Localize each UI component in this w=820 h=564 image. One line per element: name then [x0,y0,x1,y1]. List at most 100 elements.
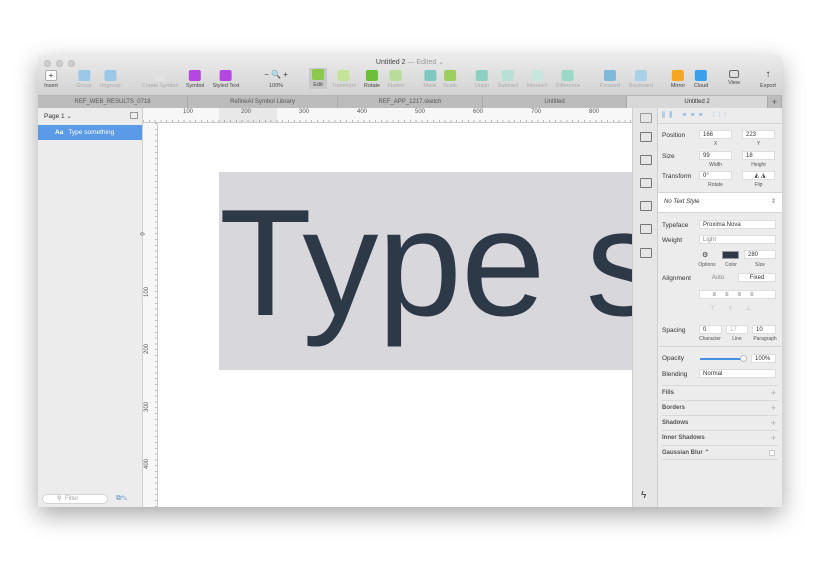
document-title: Untitled 2 [375,59,406,66]
toolbar-label: Intersect [526,83,548,89]
gaussian-blur-checkbox[interactable] [769,450,775,456]
toolbar-difference-button[interactable]: Difference [556,70,580,89]
toolbar-mirror-button[interactable]: Mirror [671,70,685,89]
toolbar-group-button[interactable]: Group [76,70,92,89]
toolbar-symbol-button[interactable]: Symbol [186,70,204,89]
toolbar-union-button[interactable]: Union [475,70,489,89]
toolbar-rotate-button[interactable]: Rotate [364,70,380,89]
line-spacing-input[interactable]: 17 [726,325,748,334]
toolbar-insert-button[interactable]: + Insert [44,70,58,89]
height-input[interactable]: 18 [742,151,775,160]
lightning-icon[interactable]: ϟ [641,490,646,501]
toolbar-view-button[interactable]: View [728,70,740,86]
toolbar-scale-button[interactable]: Scale [443,70,457,89]
toolbar-subtract-button[interactable]: Subtract [498,70,518,89]
align-icon[interactable] [640,113,652,123]
alignment-toolbar[interactable]: ⫼⫼ ≡≡≡ ⫶⫶⫶ [662,112,730,120]
toolbar-flatten-button[interactable]: Flatten [388,70,404,89]
intersect-icon [531,70,543,81]
printer-icon[interactable] [640,155,652,165]
add-shadow-icon[interactable]: + [771,416,776,431]
page-selector[interactable]: Page 1 ⌄ [44,112,72,120]
typeface-select[interactable]: Proxima Nova [699,220,776,229]
toolbar-label: Styled Text [212,83,240,89]
ruler-label: 500 [415,109,426,115]
fills-section[interactable]: Fills + [662,385,778,400]
toolbar-label: Cloud [693,83,709,89]
scale-icon [443,70,456,81]
tab-ref-web-results[interactable]: REF_WEB_RESULTS_0718 [38,96,188,108]
text-layer-content[interactable]: Type s [219,176,632,351]
font-size-input[interactable]: 280 [744,250,776,259]
text-list-icon[interactable] [640,178,652,188]
fills-label: Fills [662,390,675,396]
x-input[interactable]: 166 [699,130,732,139]
toolbar-zoom-button[interactable]: − 🔍 + 100% [261,70,291,89]
toolbar-transform-button[interactable]: Transform [332,70,356,89]
canvas[interactable]: Type s [158,123,632,507]
ruler-label: 400 [144,458,151,470]
y-input[interactable]: 223 [742,130,775,139]
ruler-label: 600 [473,109,484,115]
toolbar-ungroup-button[interactable]: Ungroup [99,70,121,89]
toolbar-cloud-button[interactable]: Cloud [694,70,708,89]
borders-section[interactable]: Borders + [662,400,778,415]
share-icon[interactable] [640,132,652,142]
rotate-input[interactable]: 0° [699,171,732,180]
paragraph-spacing-input[interactable]: 10 [752,325,776,334]
text-align-buttons[interactable]: ≡≡≡≡ [699,290,776,299]
add-border-icon[interactable]: + [771,401,776,416]
filter-placeholder: Filter [65,496,79,502]
opacity-input[interactable]: 100% [751,354,776,363]
toolbar-create-symbol-button[interactable]: Create Symbol [142,70,178,89]
edit-icon [312,69,324,80]
toolbar-forward-button[interactable]: Forward [600,70,620,89]
width-input[interactable]: 99 [699,151,732,160]
toolbar-export-button[interactable]: ↑ Export [760,70,776,90]
toolbar-styled-text-button[interactable]: Styled Text [212,70,240,89]
add-image-icon[interactable] [640,248,652,258]
opacity-slider[interactable] [700,355,747,362]
weight-select[interactable]: Light [699,235,776,244]
text-style-select[interactable]: No Text Style ⇕ [658,192,782,213]
layer-filter-input[interactable]: ⚲ Filter [42,494,108,504]
shadows-section[interactable]: Shadows + [662,415,778,430]
inner-shadows-section[interactable]: Inner Shadows + [662,430,778,445]
ruler-label: 300 [299,109,310,115]
flip-buttons[interactable]: ◭ ◮ [742,171,775,180]
add-tab-button[interactable]: + [768,96,782,108]
tab-untitled[interactable]: Untitled [483,96,627,108]
gaussian-blur-section[interactable]: Gaussian Blur ⌃ [662,445,778,460]
add-inner-shadow-icon[interactable]: + [771,431,776,446]
export-edit-icons[interactable]: ⧉✎ [116,495,127,503]
tab-untitled-2[interactable]: Untitled 2 [627,96,768,108]
layers-panel: Page 1 ⌄ Aa Type something ⚲ Filter ⧉✎ [38,108,143,507]
vertical-align-buttons[interactable]: ⊤⫯⊥ [699,305,776,313]
blending-label: Blending [662,371,688,378]
character-spacing-input[interactable]: 0 [699,325,722,334]
toolbar-label: Symbol [185,83,205,89]
add-fill-icon[interactable]: + [771,386,776,401]
tab-refineai-symbol-library[interactable]: RefineAI Symbol Library [188,96,338,108]
text-color-swatch[interactable] [722,251,739,259]
text-layer[interactable]: Type s [219,172,632,370]
fixed-button[interactable]: Fixed [738,273,776,282]
resize-icon[interactable] [640,224,652,234]
add-page-icon[interactable] [130,112,138,119]
toolbar-edit-button[interactable]: Edit [309,68,327,89]
ruler-label: 200 [241,109,252,115]
layer-row-selected[interactable]: Aa Type something [38,125,142,140]
auto-button[interactable]: Auto [699,275,737,281]
color-label: Color [725,262,737,268]
flatten-icon [389,70,402,81]
ruler-label: 100 [144,286,151,297]
toolbar-intersect-button[interactable]: Intersect [526,70,548,89]
width-label: Width [709,162,722,168]
blending-select[interactable]: Normal [699,369,776,378]
toolbar-backward-button[interactable]: Backward [629,70,653,89]
layout-icon[interactable] [640,201,652,211]
tab-ref-app[interactable]: REF_APP_1217.sketch [338,96,483,108]
gear-icon[interactable]: ⚙ [702,251,708,259]
ruler-label: 100 [183,109,194,115]
toolbar-mask-button[interactable]: Mask [423,70,437,89]
